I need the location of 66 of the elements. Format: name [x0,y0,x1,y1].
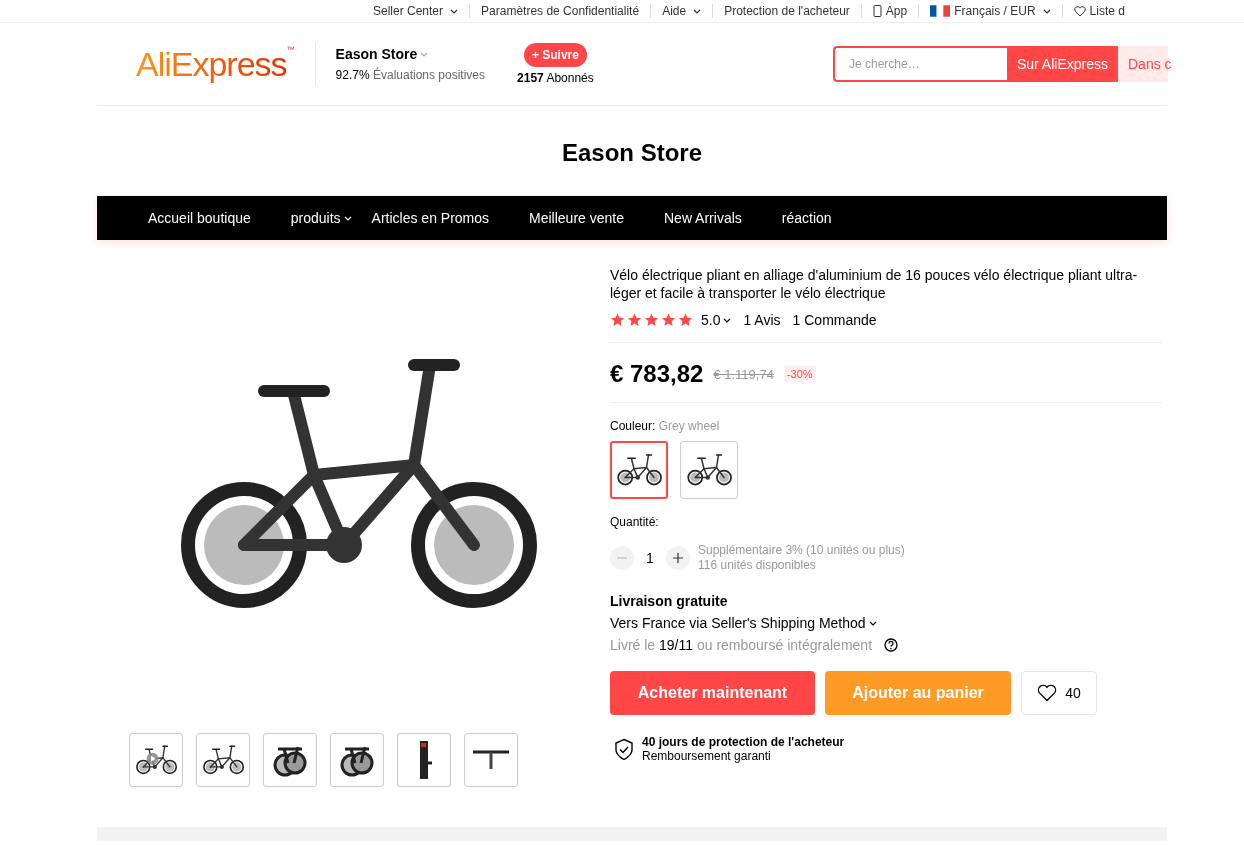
nav-link[interactable]: réaction [781,210,832,226]
quantity-value[interactable]: 1 [634,550,666,566]
top-bar-link[interactable]: Aide [650,4,713,18]
top-bar-link[interactable]: Protection de l'acheteur [712,4,861,18]
top-bar-link[interactable]: Liste d [1061,4,1136,18]
reviews-count[interactable]: 1 Avis [743,312,781,328]
store-title: Eason Store [561,138,702,168]
trademark-mark: ™ [286,45,295,54]
heart-icon [1073,5,1086,17]
star-icon [644,313,659,327]
protection-subtitle: Remboursement garanti [642,749,772,763]
top-bar-link[interactable]: Français / EUR [918,4,1062,18]
followers-count: 2157 Abonnés [517,71,594,85]
color-option[interactable] [680,441,738,499]
price: € 783,82 [610,360,704,388]
heart-icon [1037,684,1058,702]
top-bar-link[interactable]: App [860,4,919,18]
star-icon [678,313,693,327]
nav-link[interactable]: produits [290,210,352,226]
flag-icon [930,5,951,17]
caret-icon [868,620,877,626]
thumbnail-button[interactable] [330,733,384,787]
orders-count: 1 Commande [792,312,877,328]
thumbnail-button[interactable] [464,733,518,787]
minus-icon [617,557,627,559]
discount-tag: -30% [783,366,816,382]
star-icon [610,313,625,327]
caret-icon [723,317,732,323]
bulk-discount-note: Supplémentaire 3% (10 unités ou plus) [698,543,905,558]
bicycle-icon [684,453,734,487]
store-name[interactable]: Eason Store [335,46,486,62]
caret-icon [420,51,429,57]
nav-link[interactable]: Articles en Promos [371,210,490,226]
star-icon [627,313,642,327]
star-icon [661,313,676,327]
phone-icon [872,5,882,17]
shield-check-icon [614,737,634,761]
top-bar-link[interactable]: Seller Center [373,4,470,18]
shipping-title: Livraison gratuite [610,593,729,609]
thumbnail-button[interactable] [196,733,250,787]
stock-count: 116 unités disponibles [698,558,817,573]
rating-value[interactable]: 5.0 [701,312,732,328]
delivery-info: Livré le 19/11 ou remboursé intégralement [610,637,873,653]
store-rating: 92.7% Évaluations positives [335,68,486,82]
plus-icon [673,553,683,563]
shipping-method[interactable]: Vers France via Seller's Shipping Method [610,615,1162,631]
bicycle-icon [200,745,246,775]
search-field[interactable]: Je cherche… [832,46,1007,82]
color-option[interactable] [610,441,668,499]
bicycle-icon [133,745,179,775]
thumbnail-button[interactable] [397,733,451,787]
help-icon[interactable] [884,638,899,652]
quantity-label: Quantité: [610,515,660,529]
color-label: Couleur: Grey wheel [610,419,721,433]
original-price: € 1.119,74 [713,366,774,382]
top-bar-link[interactable]: Paramètres de Confidentialité [469,4,651,18]
protection-title: 40 jours de protection de l'acheteur [642,735,845,749]
bicycle-icon [614,453,664,487]
wishlist-button[interactable]: 40 [1021,671,1097,715]
thumbnail-button[interactable] [263,733,317,787]
nav-link[interactable]: Meilleure vente [529,210,624,226]
product-title: Vélo électrique pliant en alliage d'aluminium de 16 pouces vélo électrique pliant ultra-léger et facile à transporter le vélo électrique [610,266,1139,302]
increase-button[interactable] [666,546,690,570]
thumbnail-button[interactable] [129,733,183,787]
nav-link[interactable]: New Arrivals [664,210,742,226]
nav-link[interactable]: Accueil boutique [148,210,251,226]
